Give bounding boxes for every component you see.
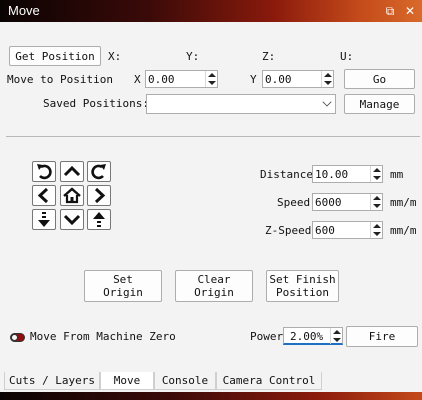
machine-zero-toggle[interactable] (10, 333, 25, 342)
z-down-icon (38, 212, 50, 227)
clear-origin-button[interactable]: Clear Origin (175, 270, 253, 302)
rotate-ccw-button[interactable] (32, 161, 56, 182)
power-spin-arrows[interactable] (330, 328, 342, 344)
restore-icon[interactable]: ⧉ (382, 3, 398, 19)
power-label: Power (250, 330, 284, 343)
chevron-down-icon (63, 214, 81, 226)
jog-home-button[interactable] (60, 185, 84, 206)
jog-left-button[interactable] (32, 185, 56, 206)
x-position-value[interactable]: 0.00 (148, 73, 175, 86)
set-finish-line2: Position (276, 286, 329, 299)
y-position-value[interactable]: 0.00 (265, 73, 292, 86)
z-up-icon (93, 212, 105, 227)
saved-positions-dropdown[interactable] (146, 94, 336, 114)
y-axis-label: Y (250, 73, 257, 86)
distance-spin-arrows[interactable] (370, 166, 382, 182)
speed-unit: mm/m (390, 196, 417, 209)
set-finish-position-button[interactable]: Set Finish Position (266, 270, 339, 302)
z-speed-spinbox[interactable]: 600 (312, 221, 383, 239)
chevron-left-icon (37, 187, 49, 204)
y-position-label: Y: (186, 50, 200, 63)
z-up-button[interactable] (87, 209, 111, 230)
x-position-label: X: (108, 50, 122, 63)
title-bar: Move ⧉ ✕ (0, 0, 422, 22)
x-axis-label: X (134, 73, 141, 86)
rotate-cw-button[interactable] (87, 161, 111, 182)
rotate-cw-icon (91, 164, 106, 180)
jog-up-button[interactable] (60, 161, 84, 182)
fire-button[interactable]: Fire (346, 326, 418, 347)
tab-console[interactable]: Console (154, 372, 216, 390)
divider (6, 136, 420, 137)
set-finish-line1: Set Finish (269, 273, 336, 286)
power-value[interactable]: 2.00% (290, 330, 323, 343)
go-button[interactable]: Go (344, 69, 415, 89)
speed-spinbox[interactable]: 6000 (312, 193, 383, 211)
speed-spin-arrows[interactable] (370, 194, 382, 210)
y-spin-arrows[interactable] (321, 71, 333, 87)
bottom-strip (0, 392, 422, 400)
rotate-ccw-icon (37, 164, 52, 180)
speed-label: Speed (277, 196, 311, 209)
jog-down-button[interactable] (60, 209, 84, 230)
y-position-spinbox[interactable]: 0.00 (262, 70, 334, 88)
z-speed-unit: mm/m (390, 224, 417, 237)
tab-move[interactable]: Move (100, 372, 154, 390)
x-position-spinbox[interactable]: 0.00 (145, 70, 218, 88)
window-title: Move (8, 3, 40, 18)
chevron-up-icon (63, 165, 81, 177)
clear-origin-line2: Origin (194, 286, 234, 299)
chevron-right-icon (94, 187, 106, 204)
z-speed-label: Z-Speed (265, 224, 312, 237)
distance-value[interactable]: 10.00 (315, 168, 348, 181)
set-origin-line1: Set (113, 273, 133, 286)
z-speed-value[interactable]: 600 (315, 224, 335, 237)
tab-camera-control[interactable]: Camera Control (216, 372, 322, 390)
home-icon (63, 187, 81, 204)
distance-unit: mm (390, 168, 404, 181)
power-spinbox[interactable]: 2.00% (283, 327, 343, 345)
move-to-position-label: Move to Position (7, 73, 113, 86)
tab-bar: Cuts / Layers Move Console Camera Contro… (0, 372, 422, 392)
z-down-button[interactable] (32, 209, 56, 230)
u-position-label: U: (340, 50, 354, 63)
chevron-down-icon (322, 97, 332, 107)
speed-value[interactable]: 6000 (315, 196, 342, 209)
set-origin-button[interactable]: Set Origin (84, 270, 162, 302)
jog-right-button[interactable] (87, 185, 111, 206)
z-position-label: Z: (262, 50, 276, 63)
distance-label: Distance (260, 168, 313, 181)
z-speed-spin-arrows[interactable] (370, 222, 382, 238)
saved-positions-label: Saved Positions: (43, 97, 149, 110)
close-icon[interactable]: ✕ (402, 3, 418, 19)
distance-spinbox[interactable]: 10.00 (312, 165, 383, 183)
machine-zero-label: Move From Machine Zero (30, 330, 176, 343)
clear-origin-line1: Clear (197, 273, 231, 286)
set-origin-line2: Origin (103, 286, 143, 299)
get-position-button[interactable]: Get Position (9, 46, 101, 66)
manage-button[interactable]: Manage (344, 94, 415, 114)
tab-cuts-layers[interactable]: Cuts / Layers (4, 372, 100, 390)
x-spin-arrows[interactable] (205, 71, 217, 87)
